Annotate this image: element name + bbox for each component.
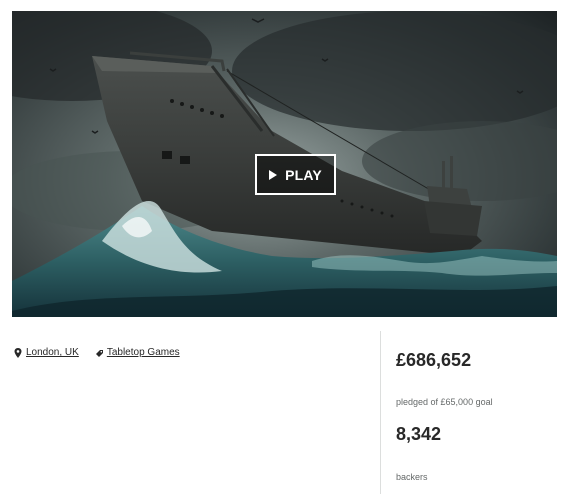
location-label: London, UK bbox=[26, 347, 79, 358]
play-button[interactable]: PLAY bbox=[255, 154, 336, 195]
pledged-amount: £686,652 bbox=[396, 350, 472, 370]
map-pin-icon bbox=[14, 347, 22, 358]
project-meta: London, UK Tabletop Games bbox=[14, 347, 196, 358]
play-button-label: PLAY bbox=[285, 166, 322, 183]
project-page: PLAY London, UK Tabletop Games £686,652 … bbox=[0, 0, 571, 494]
stats-divider bbox=[380, 331, 381, 494]
category-link[interactable]: Tabletop Games bbox=[95, 347, 180, 358]
pledged-caption: pledged of £65,000 goal bbox=[396, 397, 493, 407]
location-link[interactable]: London, UK bbox=[14, 347, 79, 358]
backers-count: 8,342 bbox=[396, 424, 442, 444]
play-icon bbox=[269, 169, 278, 180]
category-label: Tabletop Games bbox=[106, 347, 180, 358]
tag-icon bbox=[95, 349, 103, 357]
backers-caption: backers bbox=[396, 472, 428, 482]
project-video[interactable]: PLAY bbox=[12, 11, 557, 317]
